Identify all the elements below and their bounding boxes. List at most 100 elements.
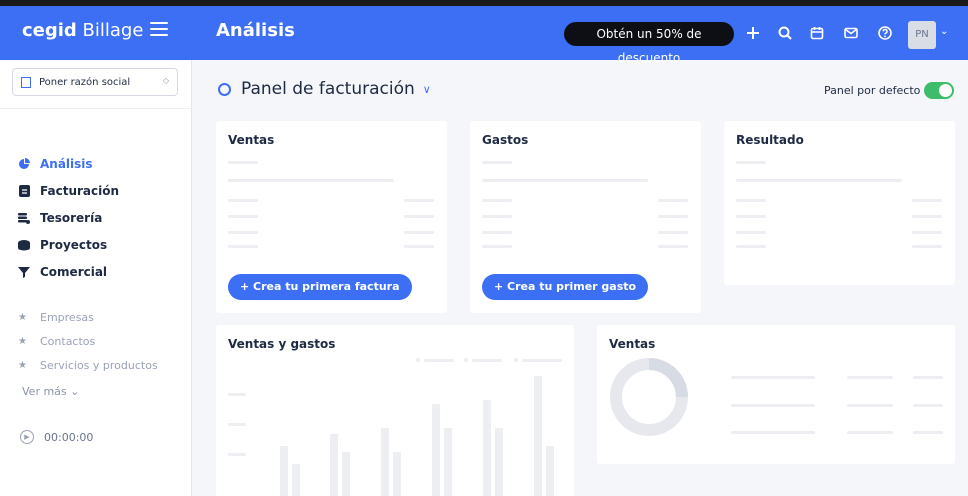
- sidebar-item-proyectos[interactable]: Proyectos: [18, 231, 119, 258]
- sidebar: Poner razón social ◇ Análisis Facturació…: [0, 60, 192, 496]
- skeleton-line: [731, 376, 815, 379]
- skeleton-line: [522, 359, 562, 362]
- coins-icon: [18, 212, 30, 224]
- sidebar-item-contactos[interactable]: ★ Contactos: [18, 329, 158, 353]
- skeleton-line: [404, 245, 434, 248]
- top-bar: cegid Billage Análisis Obtén un 50% de d…: [0, 0, 968, 65]
- skeleton-line: [731, 404, 815, 407]
- calendar-icon[interactable]: [806, 22, 828, 44]
- sidebar-item-tesoreria[interactable]: Tesorería: [18, 204, 119, 231]
- skeleton-line: [912, 215, 942, 218]
- panel-selector[interactable]: Panel de facturación ∨: [218, 79, 431, 99]
- dashboard-icon: [218, 82, 231, 96]
- skeleton-line: [847, 404, 893, 407]
- mail-icon[interactable]: [840, 22, 862, 44]
- result-card: Resultado: [724, 121, 955, 285]
- create-invoice-button[interactable]: + Crea tu primera factura: [228, 274, 412, 300]
- chart-bar: [444, 428, 452, 496]
- chart-bar: [483, 400, 491, 496]
- skeleton-line: [228, 161, 258, 164]
- sidebar-item-label: Servicios y productos: [40, 358, 158, 372]
- skeleton-line: [482, 199, 512, 202]
- skeleton-line: [736, 215, 766, 218]
- card-title: Ventas: [609, 337, 656, 351]
- building-icon: [21, 76, 31, 88]
- legend-dot: [514, 358, 518, 362]
- skeleton-line: [228, 245, 258, 248]
- skeleton-line: [228, 199, 258, 202]
- company-select[interactable]: Poner razón social ◇: [12, 68, 178, 96]
- chevron-down-icon: ∨: [422, 82, 431, 96]
- chart-bar: [342, 452, 350, 496]
- chart-bar: [546, 446, 554, 496]
- skeleton-line: [736, 179, 902, 182]
- timer[interactable]: ▶ 00:00:00: [20, 430, 93, 444]
- sales-expenses-card: Ventas y gastos: [216, 325, 574, 496]
- skeleton-line: [847, 431, 893, 434]
- card-title: Ventas y gastos: [228, 337, 336, 351]
- chevron-down-icon: ⌄: [70, 385, 80, 398]
- skeleton-line: [228, 179, 394, 182]
- help-icon[interactable]: [874, 22, 896, 44]
- menu-icon[interactable]: [150, 22, 168, 36]
- chart-bar: [495, 428, 503, 496]
- sidebar-item-analisis[interactable]: Análisis: [18, 150, 119, 177]
- divider: [0, 108, 192, 109]
- page-title: Análisis: [216, 20, 295, 41]
- sidebar-item-comercial[interactable]: Comercial: [18, 258, 119, 285]
- sidebar-item-servicios[interactable]: ★ Servicios y productos: [18, 353, 158, 377]
- skeleton-line: [736, 161, 766, 164]
- skeleton-line: [482, 245, 512, 248]
- skeleton-line: [228, 215, 258, 218]
- sidebar-item-label: Facturación: [40, 183, 120, 198]
- star-icon: ★: [18, 335, 27, 347]
- sales-card: Ventas + Crea tu primera factura: [216, 121, 447, 313]
- avatar[interactable]: PN: [908, 21, 936, 49]
- sidebar-item-facturacion[interactable]: Facturación: [18, 177, 119, 204]
- play-icon: ▶: [20, 430, 34, 444]
- skeleton-line: [482, 161, 512, 164]
- timer-value: 00:00:00: [44, 430, 94, 444]
- skeleton-line: [736, 231, 766, 234]
- main-nav: Análisis Facturación Tesorería Proyectos…: [18, 150, 119, 285]
- chart-bar: [280, 446, 288, 496]
- star-icon: ★: [18, 311, 27, 323]
- sidebar-item-label: Comercial: [40, 264, 108, 279]
- sidebar-item-label: Empresas: [40, 310, 94, 324]
- chevron-down-icon[interactable]: ⌄: [940, 26, 948, 37]
- see-more-link[interactable]: Ver más ⌄: [22, 385, 79, 398]
- plus-icon[interactable]: [742, 22, 764, 44]
- sales-donut-card: Ventas: [597, 325, 955, 464]
- favorites-nav: ★ Empresas ★ Contactos ★ Servicios y pro…: [18, 305, 158, 377]
- pie-chart-icon: [18, 157, 30, 170]
- chart-bar: [330, 434, 338, 496]
- company-select-value: Poner razón social: [39, 76, 131, 88]
- chart-bar: [381, 428, 389, 496]
- search-icon[interactable]: [774, 22, 796, 44]
- sidebar-item-label: Tesorería: [40, 210, 103, 225]
- skeleton-line: [482, 179, 648, 182]
- chart-bar: [292, 464, 300, 496]
- projects-icon: [18, 239, 30, 251]
- create-expense-button[interactable]: + Crea tu primer gasto: [482, 274, 649, 300]
- skeleton-line: [404, 199, 434, 202]
- donut-chart: [610, 358, 688, 436]
- legend-dot: [416, 358, 420, 362]
- skeleton-line: [228, 453, 246, 456]
- panel-title: Panel de facturación: [241, 79, 415, 99]
- sidebar-item-empresas[interactable]: ★ Empresas: [18, 305, 158, 329]
- default-panel-toggle[interactable]: [924, 82, 954, 99]
- chart-bar: [432, 404, 440, 496]
- expenses-card: Gastos + Crea tu primer gasto: [470, 121, 701, 313]
- card-title: Gastos: [482, 133, 529, 147]
- skeleton-line: [912, 199, 942, 202]
- invoice-icon: [18, 184, 30, 197]
- sidebar-item-label: Contactos: [40, 334, 96, 348]
- app-logo[interactable]: cegid Billage: [22, 20, 143, 41]
- skeleton-line: [847, 376, 893, 379]
- chart-bar: [534, 376, 542, 496]
- skeleton-line: [658, 245, 688, 248]
- promo-button[interactable]: Obtén un 50% de descuento: [564, 22, 734, 65]
- skeleton-line: [658, 231, 688, 234]
- chart-bar: [393, 452, 401, 496]
